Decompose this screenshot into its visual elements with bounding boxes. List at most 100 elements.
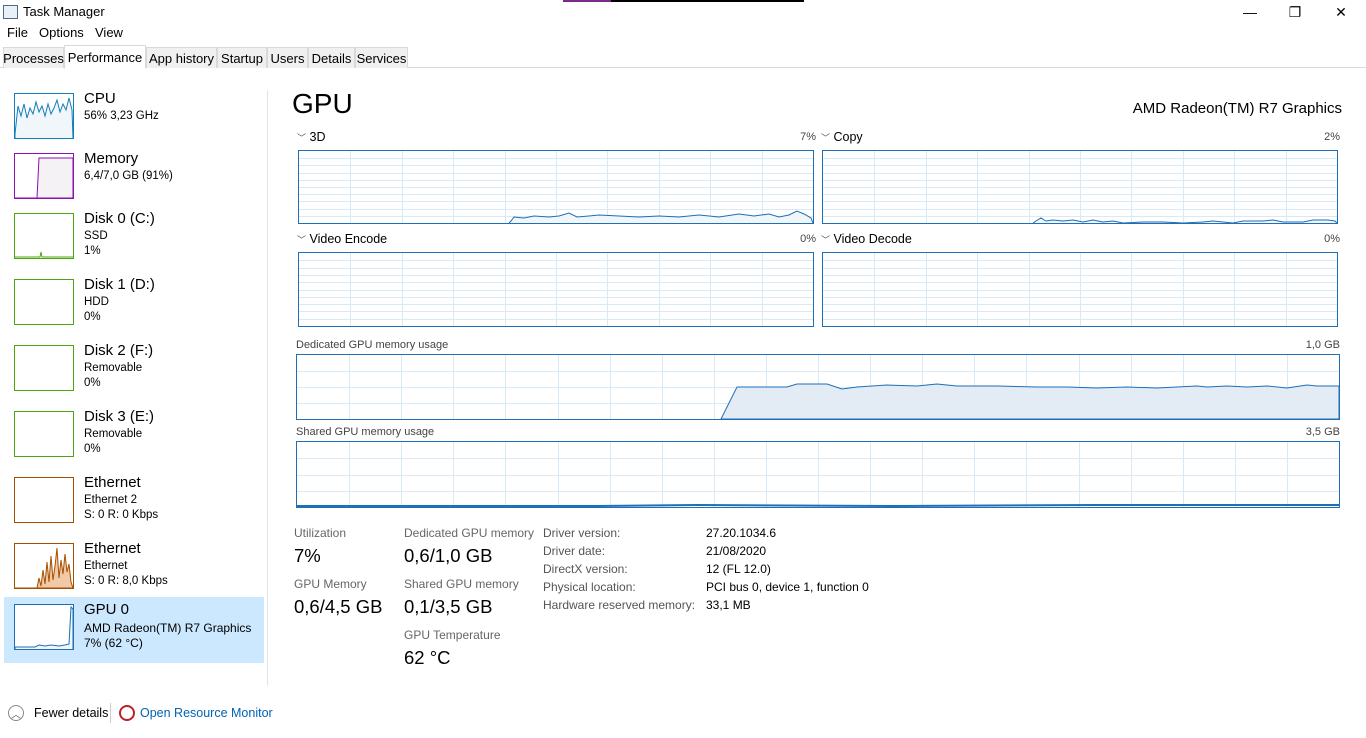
sidebar-item-name: Disk 3 (E:) (84, 408, 155, 425)
dedicated-memory-graph (296, 354, 1340, 420)
engine-video-decode-dropdown[interactable]: ﹀ Video Decode (821, 232, 912, 246)
sidebar-item-detail: Removable (84, 362, 143, 374)
sidebar-item-ethernet-2[interactable]: Ethernet Ethernet 2 S: 0 R: 0 Kbps (4, 470, 264, 536)
gpu-temperature-value: 62 °C (404, 647, 451, 668)
cpu-thumbnail-graph (14, 93, 74, 139)
engine-video-decode-graph (822, 252, 1338, 327)
physical-location-label: Physical location: (543, 580, 636, 594)
chevron-down-icon: ﹀ (821, 235, 831, 245)
sidebar-item-value: 0% (84, 443, 101, 455)
ethernet2-thumbnail-graph (14, 477, 74, 523)
engine-percent: 7% (800, 131, 816, 143)
dedicated-memory-label: Dedicated GPU memory usage (296, 339, 449, 351)
task-manager-icon (3, 5, 18, 19)
sidebar-item-name: Ethernet (84, 540, 141, 557)
tab-startup[interactable]: Startup (217, 47, 267, 68)
engine-copy-graph (822, 150, 1338, 224)
disk2-thumbnail-graph (14, 345, 74, 391)
sidebar-item-memory[interactable]: Memory 6,4/7,0 GB (91%) (4, 146, 264, 212)
sidebar-item-detail: Ethernet 2 (84, 494, 138, 506)
close-button[interactable]: ✕ (1318, 0, 1364, 24)
graph-gridlines (297, 442, 1339, 507)
dedicated-gpu-memory-label: Dedicated GPU memory (404, 526, 535, 540)
menu-options[interactable]: Options (39, 25, 84, 40)
sidebar-item-gpu0[interactable]: GPU 0 AMD Radeon(TM) R7 Graphics 7% (62 … (4, 597, 264, 663)
driver-version-label: Driver version: (543, 526, 621, 540)
gpu-thumbnail-graph (14, 604, 74, 650)
tab-details[interactable]: Details (308, 47, 355, 68)
sidebar-item-ethernet[interactable]: Ethernet Ethernet S: 0 R: 8,0 Kbps (4, 536, 264, 602)
chevron-down-icon: ﹀ (297, 235, 307, 245)
shared-memory-graph (296, 441, 1340, 508)
menu-file[interactable]: File (7, 25, 28, 40)
chevron-up-icon[interactable]: ︿ (8, 705, 24, 721)
memory-thumbnail-graph (14, 153, 74, 199)
gpu-memory-value: 0,6/4,5 GB (294, 596, 383, 617)
sidebar-item-disk2[interactable]: Disk 2 (F:) Removable 0% (4, 338, 264, 404)
title-bar (0, 0, 1366, 24)
engine-percent: 0% (800, 233, 816, 245)
chevron-down-icon: ﹀ (297, 133, 307, 143)
tab-performance[interactable]: Performance (64, 45, 146, 69)
tab-users[interactable]: Users (267, 47, 308, 68)
sidebar-item-detail: AMD Radeon(TM) R7 Graphics (84, 621, 252, 635)
sidebar-item-name: Ethernet (84, 474, 141, 491)
maximize-button[interactable]: ❐ (1272, 0, 1318, 24)
tab-processes[interactable]: Processes (3, 47, 64, 68)
minimize-button[interactable]: — (1227, 0, 1273, 24)
physical-location-value: PCI bus 0, device 1, function 0 (706, 580, 869, 594)
engine-3d-graph (298, 150, 814, 224)
engine-label: Copy (833, 130, 863, 144)
sidebar-item-detail: 56% 3,23 GHz (84, 110, 159, 122)
sidebar-item-value: S: 0 R: 8,0 Kbps (84, 575, 168, 587)
engine-video-encode-dropdown[interactable]: ﹀ Video Encode (297, 232, 387, 246)
disk3-thumbnail-graph (14, 411, 74, 457)
sidebar-item-detail: HDD (84, 296, 109, 308)
sidebar-divider (267, 90, 268, 686)
shared-memory-max: 3,5 GB (1305, 426, 1340, 438)
tab-app-history[interactable]: App history (146, 47, 217, 68)
sidebar-item-value: 0% (84, 377, 101, 389)
sidebar-item-value: 7% (62 °C) (84, 636, 143, 650)
sidebar-item-detail: SSD (84, 230, 108, 242)
sidebar-item-name: Memory (84, 150, 139, 167)
engine-percent: 2% (1324, 131, 1340, 143)
gpu-temperature-label: GPU Temperature (404, 628, 501, 642)
sidebar-item-name: CPU (84, 90, 116, 107)
driver-version-value: 27.20.1034.6 (706, 526, 777, 540)
engine-copy-dropdown[interactable]: ﹀ Copy (821, 130, 863, 144)
directx-version-value: 12 (FL 12.0) (706, 562, 771, 576)
gpu-memory-label: GPU Memory (294, 577, 367, 591)
sidebar-item-disk1[interactable]: Disk 1 (D:) HDD 0% (4, 272, 264, 338)
sidebar-item-name: GPU 0 (84, 601, 130, 618)
menu-view[interactable]: View (95, 25, 123, 40)
utilization-value: 7% (294, 545, 321, 566)
graph-gridlines (823, 253, 1337, 326)
sidebar-item-name: Disk 1 (D:) (84, 276, 155, 293)
sidebar-item-disk0[interactable]: Disk 0 (C:) SSD 1% (4, 206, 264, 272)
fewer-details-button[interactable]: Fewer details (34, 706, 108, 720)
graph-gridlines (823, 151, 1337, 223)
sidebar-item-cpu[interactable]: CPU 56% 3,23 GHz (4, 86, 264, 152)
engine-label: Video Decode (833, 232, 912, 246)
sidebar-item-value: S: 0 R: 0 Kbps (84, 509, 159, 521)
sidebar-item-value: 1% (84, 245, 101, 257)
engine-label: 3D (309, 130, 326, 144)
open-resource-monitor-link[interactable]: Open Resource Monitor (140, 706, 273, 720)
sidebar-item-detail: 6,4/7,0 GB (91%) (84, 170, 173, 182)
dedicated-memory-max: 1,0 GB (1305, 339, 1340, 351)
sidebar-item-value: 0% (84, 311, 101, 323)
tab-services[interactable]: Services (355, 47, 408, 68)
sidebar-item-disk3[interactable]: Disk 3 (E:) Removable 0% (4, 404, 264, 470)
utilization-label: Utilization (294, 526, 347, 540)
window-title: Task Manager (23, 4, 105, 19)
hardware-reserved-memory-value: 33,1 MB (706, 598, 751, 612)
engine-video-encode-graph (298, 252, 814, 327)
shared-memory-label: Shared GPU memory usage (296, 426, 435, 438)
disk0-thumbnail-graph (14, 213, 74, 259)
engine-percent: 0% (1324, 233, 1340, 245)
disk1-thumbnail-graph (14, 279, 74, 325)
engine-3d-dropdown[interactable]: ﹀ 3D (297, 130, 325, 144)
title-accent-bar-left (563, 0, 611, 2)
sidebar-item-name: Disk 0 (C:) (84, 210, 155, 227)
